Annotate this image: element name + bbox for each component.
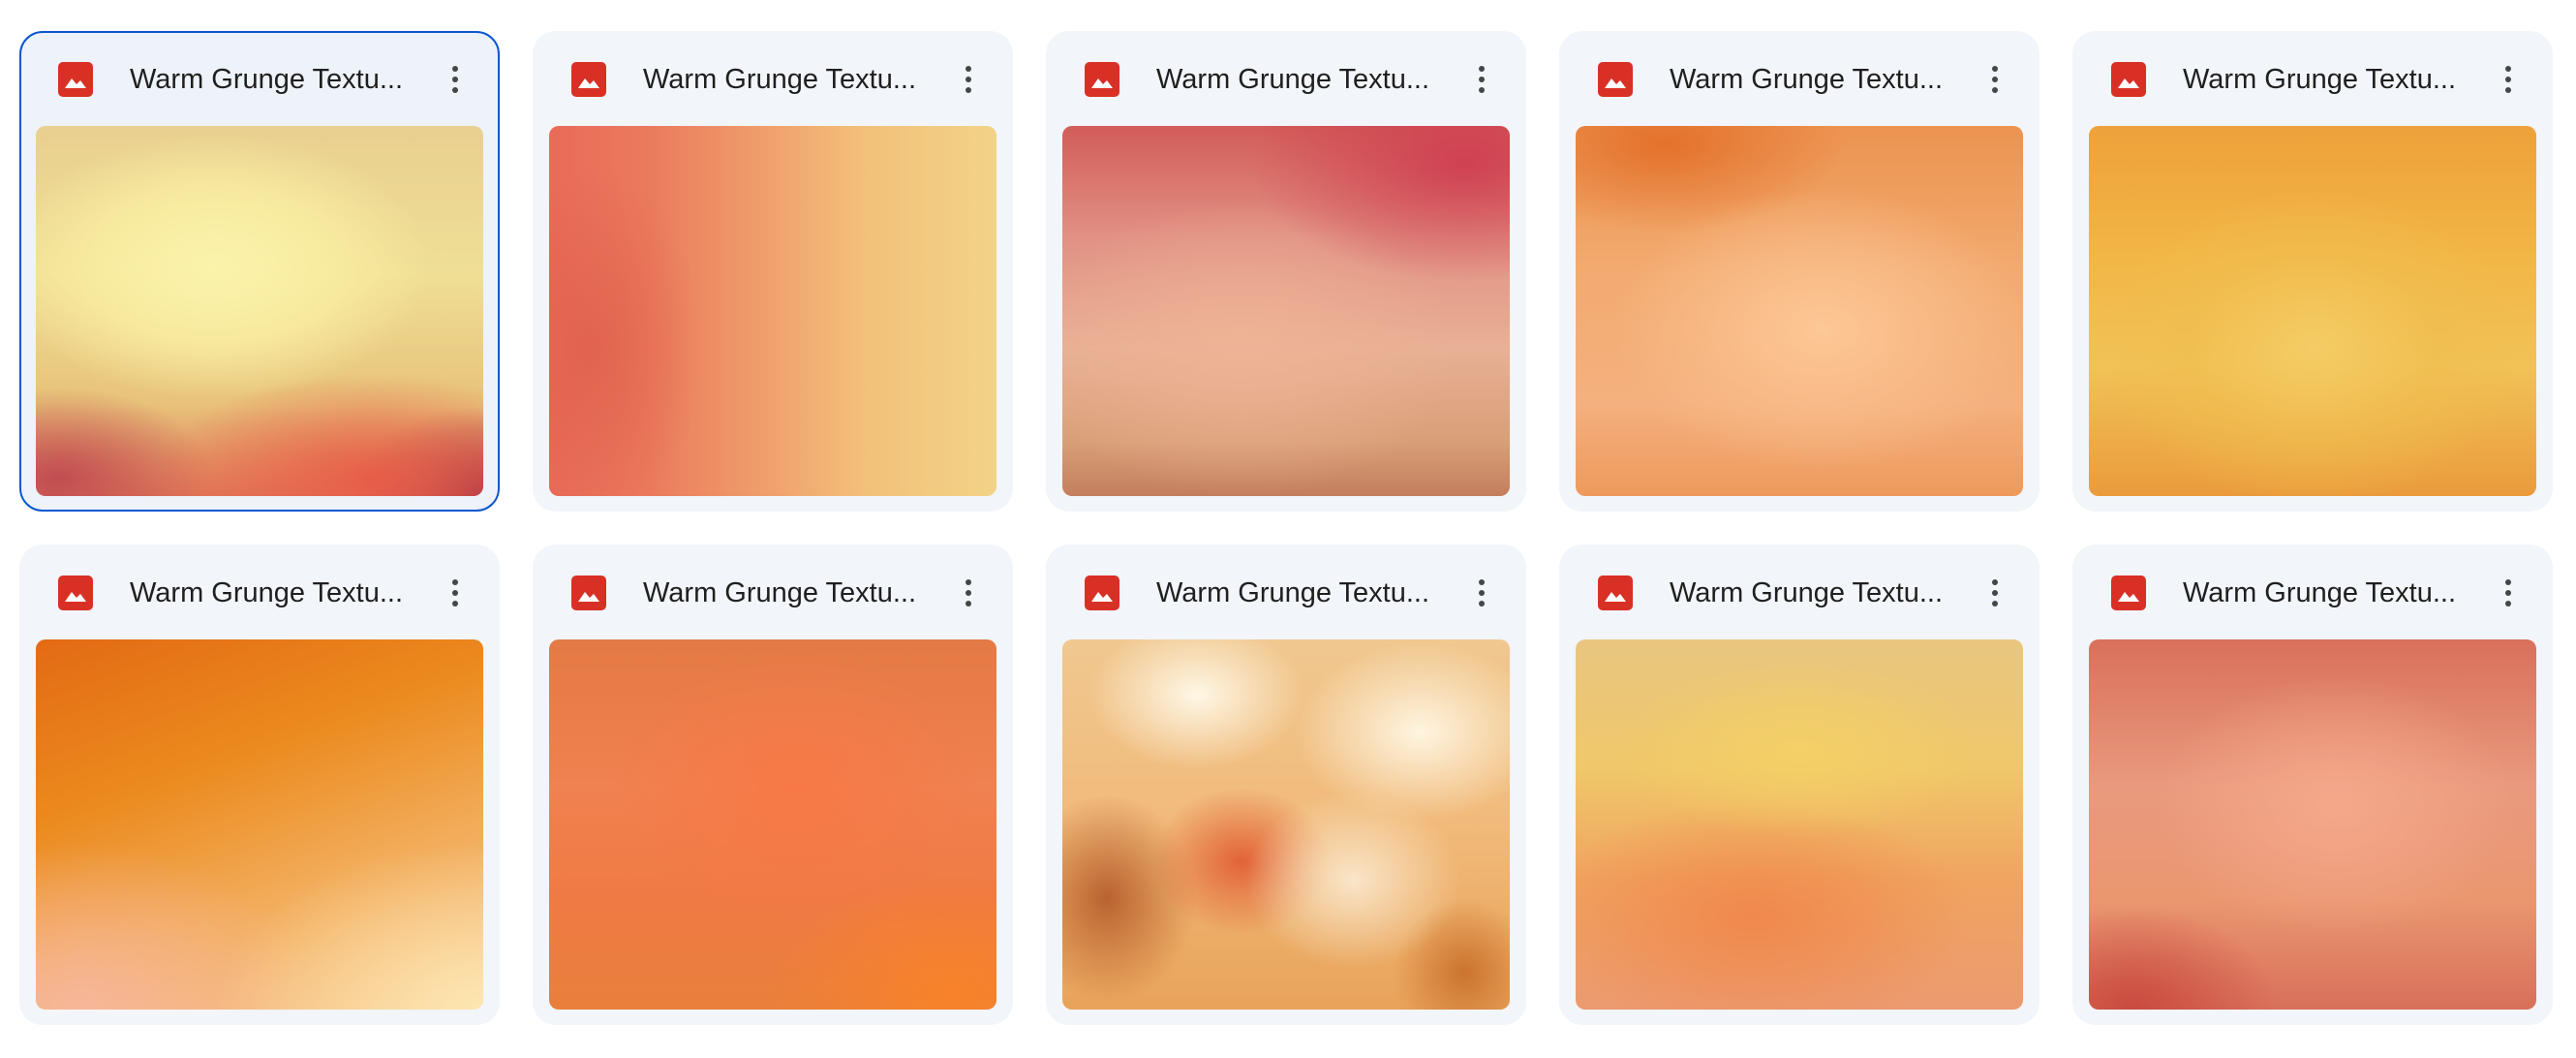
file-card-header: Warm Grunge Textu... bbox=[21, 33, 498, 128]
file-thumbnail[interactable] bbox=[1576, 639, 2023, 1010]
more-vert-icon[interactable] bbox=[941, 566, 996, 620]
image-file-icon bbox=[2111, 62, 2146, 97]
file-card[interactable]: Warm Grunge Textu... bbox=[2072, 545, 2553, 1025]
more-vert-icon[interactable] bbox=[428, 566, 482, 620]
more-vert-icon[interactable] bbox=[1455, 566, 1509, 620]
file-thumbnail[interactable] bbox=[36, 639, 483, 1010]
more-vert-icon[interactable] bbox=[941, 52, 996, 107]
file-card[interactable]: Warm Grunge Textu... bbox=[2072, 31, 2553, 512]
file-name: Warm Grunge Textu... bbox=[130, 64, 404, 95]
file-card[interactable]: Warm Grunge Textu... bbox=[19, 545, 500, 1025]
file-name: Warm Grunge Textu... bbox=[1156, 64, 1430, 95]
more-vert-icon[interactable] bbox=[1968, 566, 2022, 620]
file-card[interactable]: Warm Grunge Textu... bbox=[533, 545, 1013, 1025]
file-name: Warm Grunge Textu... bbox=[2183, 577, 2457, 608]
file-thumbnail[interactable] bbox=[1576, 126, 2023, 496]
file-thumbnail[interactable] bbox=[1062, 639, 1510, 1010]
file-name: Warm Grunge Textu... bbox=[1670, 577, 1944, 608]
image-file-icon bbox=[1598, 576, 1633, 610]
more-vert-icon[interactable] bbox=[2481, 566, 2535, 620]
file-card-header: Warm Grunge Textu... bbox=[533, 31, 1013, 126]
file-name: Warm Grunge Textu... bbox=[1670, 64, 1944, 95]
file-card[interactable]: Warm Grunge Textu... bbox=[1046, 31, 1526, 512]
file-card[interactable]: Warm Grunge Textu... bbox=[533, 31, 1013, 512]
image-file-icon bbox=[58, 62, 93, 97]
file-card-header: Warm Grunge Textu... bbox=[1046, 31, 1526, 126]
file-name: Warm Grunge Textu... bbox=[1156, 577, 1430, 608]
image-file-icon bbox=[2111, 576, 2146, 610]
image-file-icon bbox=[1598, 62, 1633, 97]
file-card[interactable]: Warm Grunge Textu... bbox=[19, 31, 500, 512]
file-card-header: Warm Grunge Textu... bbox=[19, 545, 500, 639]
file-thumbnail[interactable] bbox=[549, 126, 997, 496]
file-card-header: Warm Grunge Textu... bbox=[533, 545, 1013, 639]
file-thumbnail[interactable] bbox=[36, 126, 483, 496]
file-name: Warm Grunge Textu... bbox=[643, 64, 917, 95]
image-file-icon bbox=[571, 576, 606, 610]
image-file-icon bbox=[571, 62, 606, 97]
file-card-header: Warm Grunge Textu... bbox=[2072, 545, 2553, 639]
file-card[interactable]: Warm Grunge Textu... bbox=[1559, 31, 2039, 512]
file-card[interactable]: Warm Grunge Textu... bbox=[1559, 545, 2039, 1025]
file-grid: Warm Grunge Textu... Warm Grunge Textu..… bbox=[19, 31, 2553, 1025]
more-vert-icon[interactable] bbox=[1455, 52, 1509, 107]
more-vert-icon[interactable] bbox=[2481, 52, 2535, 107]
file-thumbnail[interactable] bbox=[2089, 639, 2536, 1010]
file-card-header: Warm Grunge Textu... bbox=[2072, 31, 2553, 126]
file-thumbnail[interactable] bbox=[549, 639, 997, 1010]
image-file-icon bbox=[1085, 576, 1119, 610]
file-name: Warm Grunge Textu... bbox=[2183, 64, 2457, 95]
file-card-header: Warm Grunge Textu... bbox=[1559, 545, 2039, 639]
file-card-header: Warm Grunge Textu... bbox=[1559, 31, 2039, 126]
image-file-icon bbox=[1085, 62, 1119, 97]
file-thumbnail[interactable] bbox=[2089, 126, 2536, 496]
file-name: Warm Grunge Textu... bbox=[643, 577, 917, 608]
file-card[interactable]: Warm Grunge Textu... bbox=[1046, 545, 1526, 1025]
more-vert-icon[interactable] bbox=[428, 52, 482, 107]
file-card-header: Warm Grunge Textu... bbox=[1046, 545, 1526, 639]
image-file-icon bbox=[58, 576, 93, 610]
file-thumbnail[interactable] bbox=[1062, 126, 1510, 496]
file-name: Warm Grunge Textu... bbox=[130, 577, 404, 608]
more-vert-icon[interactable] bbox=[1968, 52, 2022, 107]
